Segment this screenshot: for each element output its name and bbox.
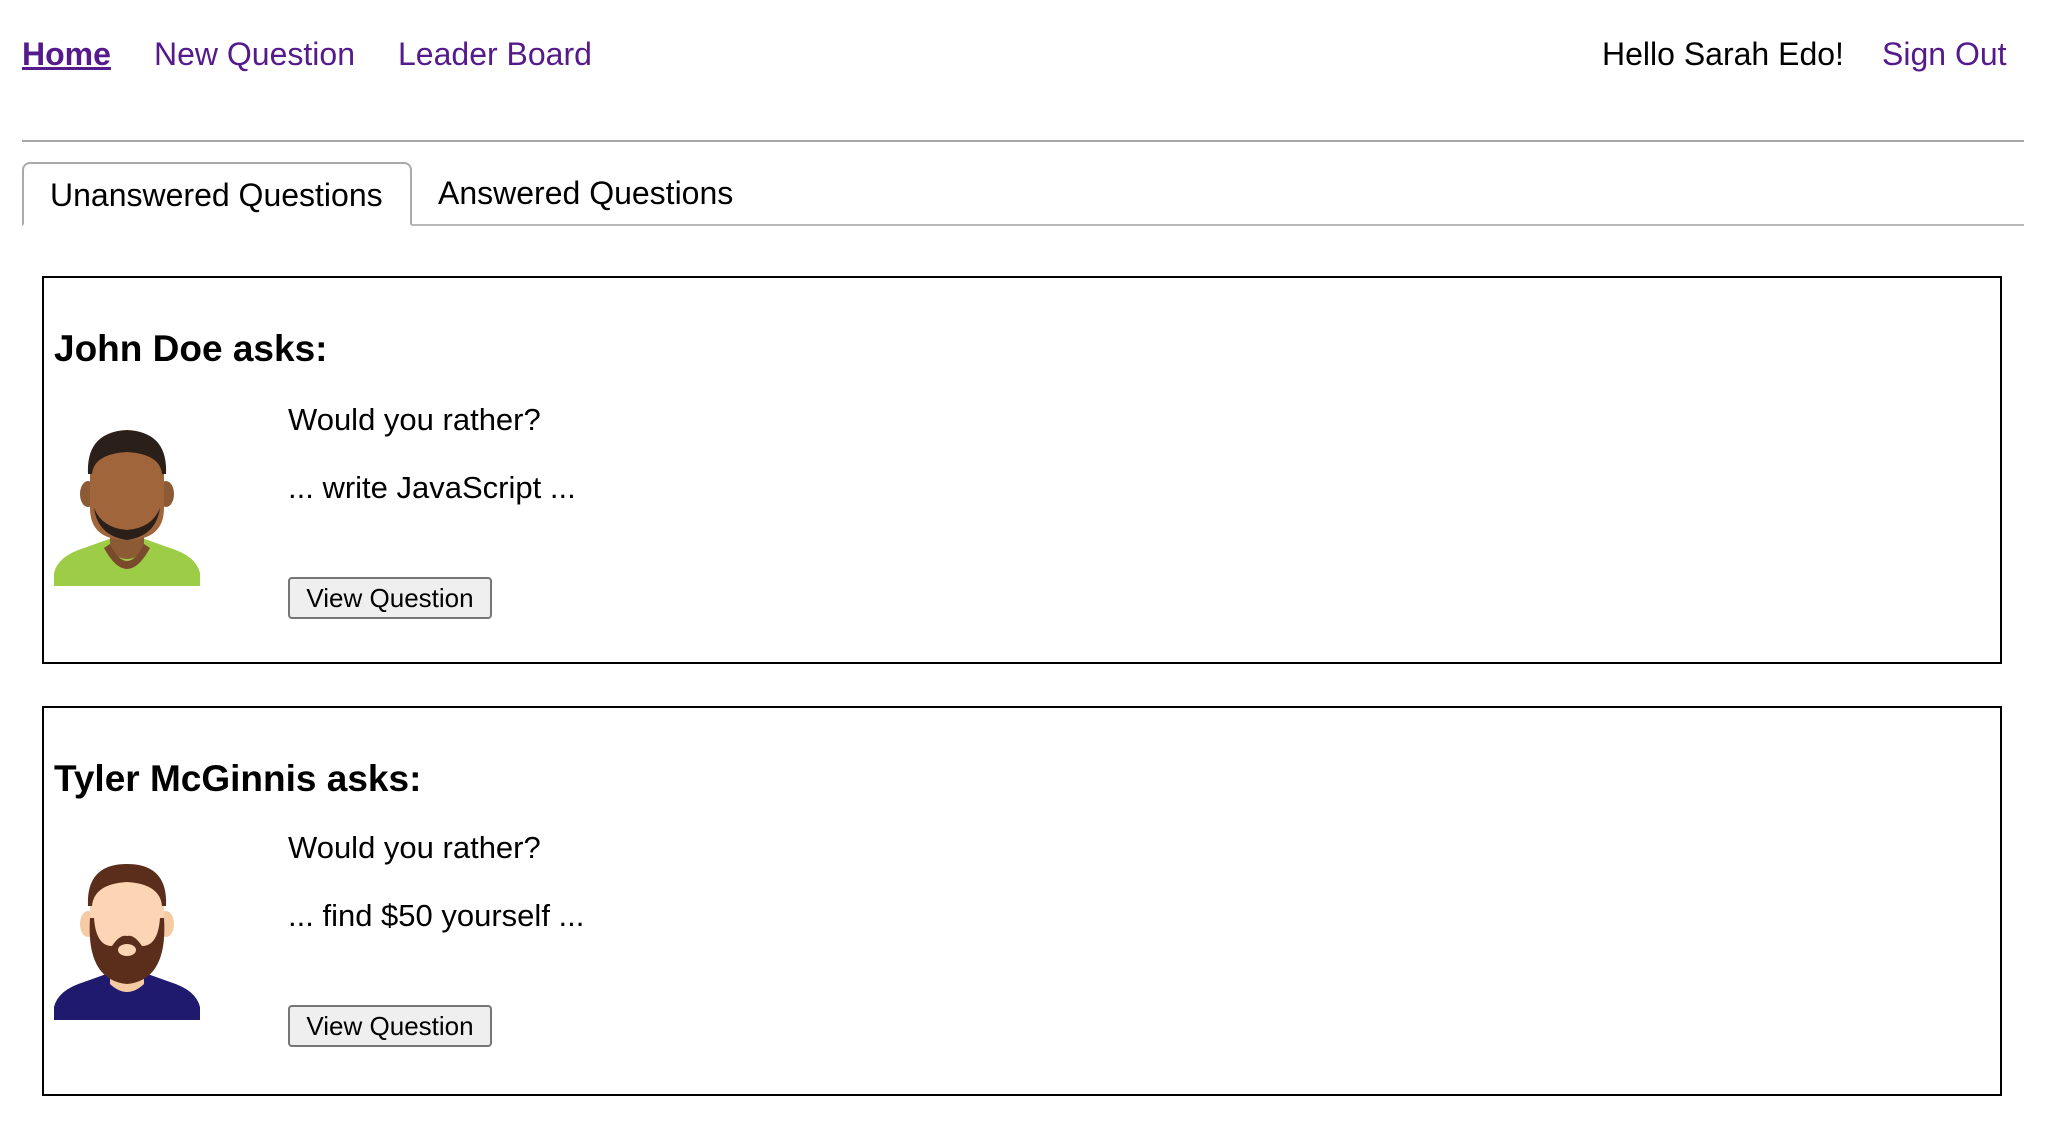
question-author-heading: Tyler McGinnis asks: xyxy=(54,758,422,799)
question-tabs: Unanswered Questions Answered Questions xyxy=(22,162,2024,226)
avatar-dark-skin-green-shirt-icon xyxy=(54,428,200,586)
question-card: Tyler McGinnis asks: Would you rather? .… xyxy=(42,706,2002,1096)
avatar-bearded-navy-shirt-icon xyxy=(54,862,200,1020)
question-author-heading: John Doe asks: xyxy=(54,328,328,369)
question-prompt: Would you rather? xyxy=(288,830,541,865)
tab-unanswered-questions[interactable]: Unanswered Questions xyxy=(22,162,412,226)
view-question-button[interactable]: View Question xyxy=(288,577,492,619)
tab-answered-questions[interactable]: Answered Questions xyxy=(412,162,759,224)
question-card: John Doe asks: Would you rather? ... wri… xyxy=(42,276,2002,664)
top-nav: Home New Question Leader Board Hello Sar… xyxy=(0,0,2046,110)
nav-new-question-link[interactable]: New Question xyxy=(154,34,355,74)
user-greeting: Hello Sarah Edo! xyxy=(1602,36,1844,72)
sign-out-link[interactable]: Sign Out xyxy=(1882,34,2007,74)
question-prompt: Would you rather? xyxy=(288,402,541,437)
question-option-preview: ... write JavaScript ... xyxy=(288,470,576,505)
question-option-preview: ... find $50 yourself ... xyxy=(288,898,585,933)
nav-leader-board-link[interactable]: Leader Board xyxy=(398,34,592,74)
view-question-button[interactable]: View Question xyxy=(288,1005,492,1047)
nav-divider xyxy=(22,140,2024,142)
nav-home-link[interactable]: Home xyxy=(22,34,111,74)
